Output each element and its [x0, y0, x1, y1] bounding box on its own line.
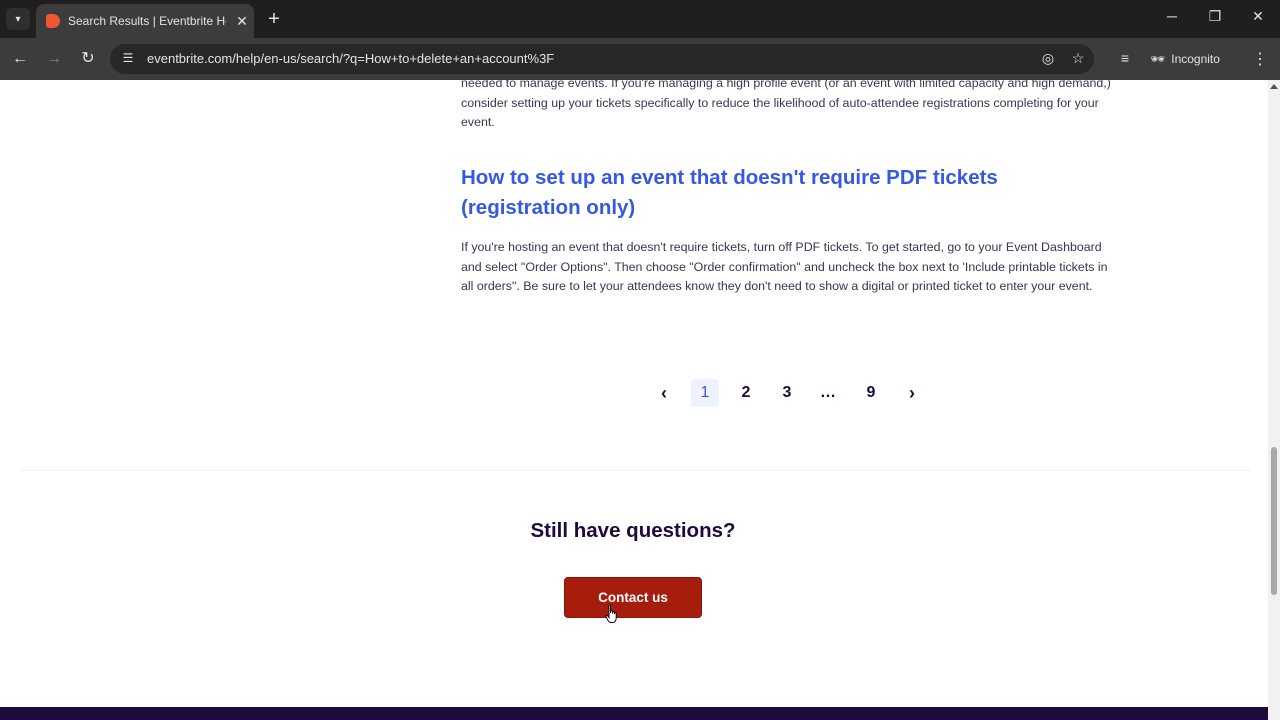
section-divider	[20, 470, 1250, 471]
article-title-link[interactable]: How to set up an event that doesn't requ…	[461, 163, 1061, 223]
forward-icon[interactable]: →	[43, 48, 65, 70]
previous-article-text: needed to manage events. If you're manag…	[461, 80, 1111, 129]
prev-page-icon[interactable]: ‹	[650, 379, 678, 407]
page-1[interactable]: 1	[691, 379, 719, 407]
site-footer	[0, 707, 1268, 720]
new-tab-button[interactable]: +	[264, 9, 284, 29]
browser-toolbar: ← → ↻ ☰ eventbrite.com/help/en-us/search…	[0, 38, 1280, 80]
restore-icon[interactable]: ❐	[1203, 8, 1227, 25]
favicon-icon	[46, 14, 60, 28]
page-content: needed to manage events. If you're manag…	[0, 80, 1268, 720]
browser-tab-bar: ▾ Search Results | Eventbrite Help ✕ + ─…	[0, 0, 1280, 38]
tab-title: Search Results | Eventbrite Help	[68, 14, 226, 28]
scroll-up-arrow-icon[interactable]	[1270, 84, 1278, 89]
minimize-icon[interactable]: ─	[1160, 8, 1184, 24]
page-9[interactable]: 9	[857, 379, 885, 407]
back-icon[interactable]: ←	[9, 48, 31, 70]
next-page-icon[interactable]: ›	[898, 379, 926, 407]
hand-cursor-icon	[605, 604, 617, 623]
incognito-indicator[interactable]: 🕶 Incognito	[1150, 46, 1220, 72]
page-scrollbar[interactable]	[1268, 80, 1280, 720]
close-icon[interactable]: ✕	[1246, 8, 1270, 25]
bookmark-star-icon[interactable]: ☆	[1069, 50, 1087, 67]
pagination: ‹ 1 2 3 … 9 ›	[650, 378, 939, 408]
tab-search-icon[interactable]: ▾	[6, 8, 30, 30]
menu-kebab-icon[interactable]: ⋮	[1252, 49, 1268, 69]
article-body-text: If you're hosting an event that doesn't …	[461, 240, 1108, 293]
media-controls-icon[interactable]: ≡	[1116, 50, 1134, 66]
scrollbar-thumb[interactable]	[1271, 447, 1277, 595]
reload-icon[interactable]: ↻	[77, 48, 99, 70]
eye-off-icon[interactable]: ◎	[1039, 50, 1057, 67]
page-ellipsis: …	[820, 384, 836, 401]
still-have-questions-heading: Still have questions?	[530, 519, 736, 542]
tab-close-icon[interactable]: ✕	[234, 13, 250, 30]
incognito-label: Incognito	[1171, 52, 1220, 66]
url-text[interactable]: eventbrite.com/help/en-us/search/?q=How+…	[147, 51, 554, 66]
site-info-icon[interactable]: ☰	[120, 51, 136, 67]
browser-tab[interactable]: Search Results | Eventbrite Help ✕	[36, 4, 254, 38]
page-2[interactable]: 2	[732, 379, 760, 407]
page-3[interactable]: 3	[773, 379, 801, 407]
incognito-icon: 🕶	[1150, 52, 1166, 66]
address-bar[interactable]: ☰ eventbrite.com/help/en-us/search/?q=Ho…	[110, 44, 1094, 74]
contact-us-button[interactable]: Contact us	[564, 577, 702, 618]
